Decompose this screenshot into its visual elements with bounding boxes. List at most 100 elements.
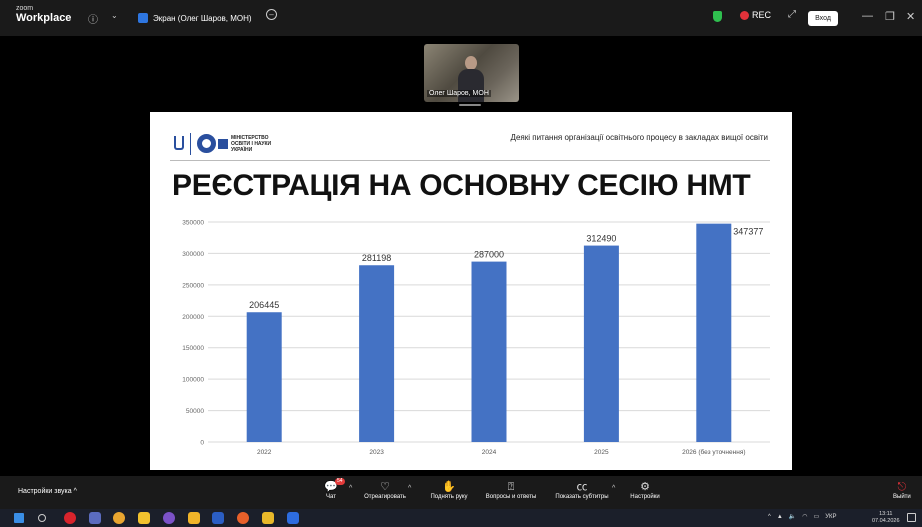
app-icon[interactable] xyxy=(262,512,274,524)
shared-slide: МІНІСТЕРСТВО ОСВІТИ І НАУКИ УКРАЇНИ Деяк… xyxy=(150,112,792,470)
recording-indicator[interactable]: REC xyxy=(740,10,771,20)
captions-label: Показать субтитры xyxy=(555,494,609,500)
info-icon[interactable]: ⓘ xyxy=(88,11,98,26)
data-label: 281198 xyxy=(362,253,391,263)
ministry-logo-circle xyxy=(197,134,216,153)
login-button[interactable]: Вход xyxy=(808,11,838,26)
slide-subject: Деякі питання організації освітнього про… xyxy=(510,133,768,142)
slide-title: РЕЄСТРАЦІЯ НА ОСНОВНУ СЕСІЮ НМТ xyxy=(172,169,751,202)
windows-taskbar: ^ ▲ 🔈 ◠ ▭ УКР 13:11 07.04.2026 xyxy=(0,509,922,527)
logo-divider xyxy=(190,133,191,155)
zoom-icon[interactable] xyxy=(287,512,299,524)
ministry-line: УКРАЇНИ xyxy=(231,147,253,153)
chevron-up-icon[interactable]: ^ xyxy=(612,485,615,492)
data-label: 206445 xyxy=(249,300,279,310)
header-rule xyxy=(170,160,770,161)
chevron-up-icon[interactable]: ^ xyxy=(408,485,411,492)
x-tick-label: 2024 xyxy=(482,449,497,456)
firefox-icon[interactable] xyxy=(237,512,249,524)
screen-share-icon xyxy=(138,13,148,23)
data-label: 312490 xyxy=(586,234,616,244)
participant-head xyxy=(465,56,477,70)
heart-icon: ♡ xyxy=(380,481,390,493)
y-tick-label: 150000 xyxy=(182,345,204,352)
y-tick-label: 300000 xyxy=(182,251,204,258)
bar xyxy=(246,312,282,442)
fullscreen-icon[interactable]: ⤢ xyxy=(788,9,796,20)
data-label: 347377 xyxy=(733,227,763,237)
y-tick-label: 350000 xyxy=(182,220,204,227)
leave-label: Выйти xyxy=(893,494,911,500)
taskbar-clock[interactable]: 13:11 07.04.2026 xyxy=(872,511,900,525)
qa-label: Вопросы и ответы xyxy=(485,494,537,500)
ministry-name: МІНІСТЕРСТВО ОСВІТИ І НАУКИ УКРАЇНИ xyxy=(231,135,301,153)
captions-icon: ㏄ xyxy=(576,481,588,493)
minimize-icon[interactable]: — xyxy=(862,10,873,22)
data-label: 287000 xyxy=(474,250,504,260)
battery-icon[interactable]: ▭ xyxy=(814,513,820,520)
chat-label: Чат xyxy=(326,494,336,500)
x-tick-label: 2023 xyxy=(369,449,384,456)
logo-line2: Workplace xyxy=(16,12,72,24)
y-tick-label: 0 xyxy=(200,440,204,447)
record-icon xyxy=(740,10,749,20)
hand-icon: ✋ xyxy=(442,481,456,493)
chevron-down-icon[interactable]: ⌄ xyxy=(111,11,118,20)
stop-view-icon[interactable]: – xyxy=(266,9,277,20)
share-tab-label: Экран (Олег Шаров, МОН) xyxy=(153,13,252,23)
audio-settings-button[interactable]: Настройки звука ^ xyxy=(18,488,77,495)
y-tick-label: 250000 xyxy=(182,282,204,289)
participant-name: Олег Шаров, МОН xyxy=(427,90,491,97)
participant-video-tile[interactable]: Олег Шаров, МОН xyxy=(424,44,519,102)
x-tick-label: 2022 xyxy=(257,449,272,456)
opera-icon[interactable] xyxy=(64,512,76,524)
raise-hand-label: Поднять руку xyxy=(430,494,468,500)
ministry-logo-square xyxy=(218,139,228,149)
share-screen-tab[interactable]: Экран (Олег Шаров, МОН) xyxy=(138,9,252,27)
chrome-icon[interactable] xyxy=(113,512,125,524)
registration-bar-chart: 0 50000 100000 150000 200000 250000 300000 3500… xyxy=(182,220,770,456)
y-tick-label: 100000 xyxy=(182,377,204,384)
meeting-toolbar: Настройки звука ^ 💬 Чат 54 ^ ♡ Отреагиро… xyxy=(0,476,922,509)
close-icon[interactable]: ✕ xyxy=(906,10,915,23)
question-icon: ⍰ xyxy=(507,481,515,493)
leave-icon: ⎋ xyxy=(897,481,907,493)
settings-label: Настройки xyxy=(630,494,660,500)
x-tick-label: 2026 (без уточнення) xyxy=(682,448,745,456)
chevron-up-icon[interactable]: ^ xyxy=(768,514,771,520)
network-icon[interactable]: ▲ xyxy=(777,514,783,520)
language-indicator[interactable]: УКР xyxy=(825,514,836,520)
leave-button[interactable]: ⎋ Выйти xyxy=(893,480,911,500)
raise-hand-button[interactable]: ✋ Поднять руку xyxy=(423,480,475,500)
y-tick-label: 50000 xyxy=(186,408,204,415)
qa-button[interactable]: ⍰ Вопросы и ответы xyxy=(479,480,543,500)
notification-icon[interactable] xyxy=(907,513,916,522)
logo-line1: zoom xyxy=(16,5,34,12)
captions-button[interactable]: ㏄ Показать субтитры xyxy=(548,480,616,500)
word-icon[interactable] xyxy=(212,512,224,524)
restore-icon[interactable]: ❐ xyxy=(885,10,895,23)
react-label: Отреагировать xyxy=(364,494,406,500)
clock-time: 13:11 xyxy=(879,511,893,517)
rec-label: REC xyxy=(752,10,772,20)
settings-button[interactable]: ⚙ Настройки xyxy=(624,480,666,500)
react-button[interactable]: ♡ Отреагировать xyxy=(361,480,409,500)
viber-icon[interactable] xyxy=(163,512,175,524)
audio-settings-label: Настройки звука xyxy=(18,488,72,495)
volume-icon[interactable]: 🔈 xyxy=(789,513,796,520)
clock-date: 07.04.2026 xyxy=(872,518,900,524)
windows-start-icon[interactable] xyxy=(14,513,24,523)
wifi-icon[interactable]: ◠ xyxy=(802,513,807,520)
security-shield-icon[interactable] xyxy=(713,11,722,22)
chevron-up-icon[interactable]: ^ xyxy=(349,485,352,492)
zoom-title-bar: zoom Workplace ⓘ ⌄ Экран (Олег Шаров, МО… xyxy=(0,0,922,36)
video-strip-drag-handle[interactable] xyxy=(459,104,481,106)
coat-of-arms-icon xyxy=(174,136,184,150)
app-icon[interactable] xyxy=(138,512,150,524)
bar xyxy=(359,265,395,442)
files-icon[interactable] xyxy=(89,512,101,524)
search-icon[interactable] xyxy=(38,514,46,522)
file-explorer-icon[interactable] xyxy=(188,512,200,524)
x-tick-label: 2025 xyxy=(594,449,609,456)
bar xyxy=(696,223,732,442)
